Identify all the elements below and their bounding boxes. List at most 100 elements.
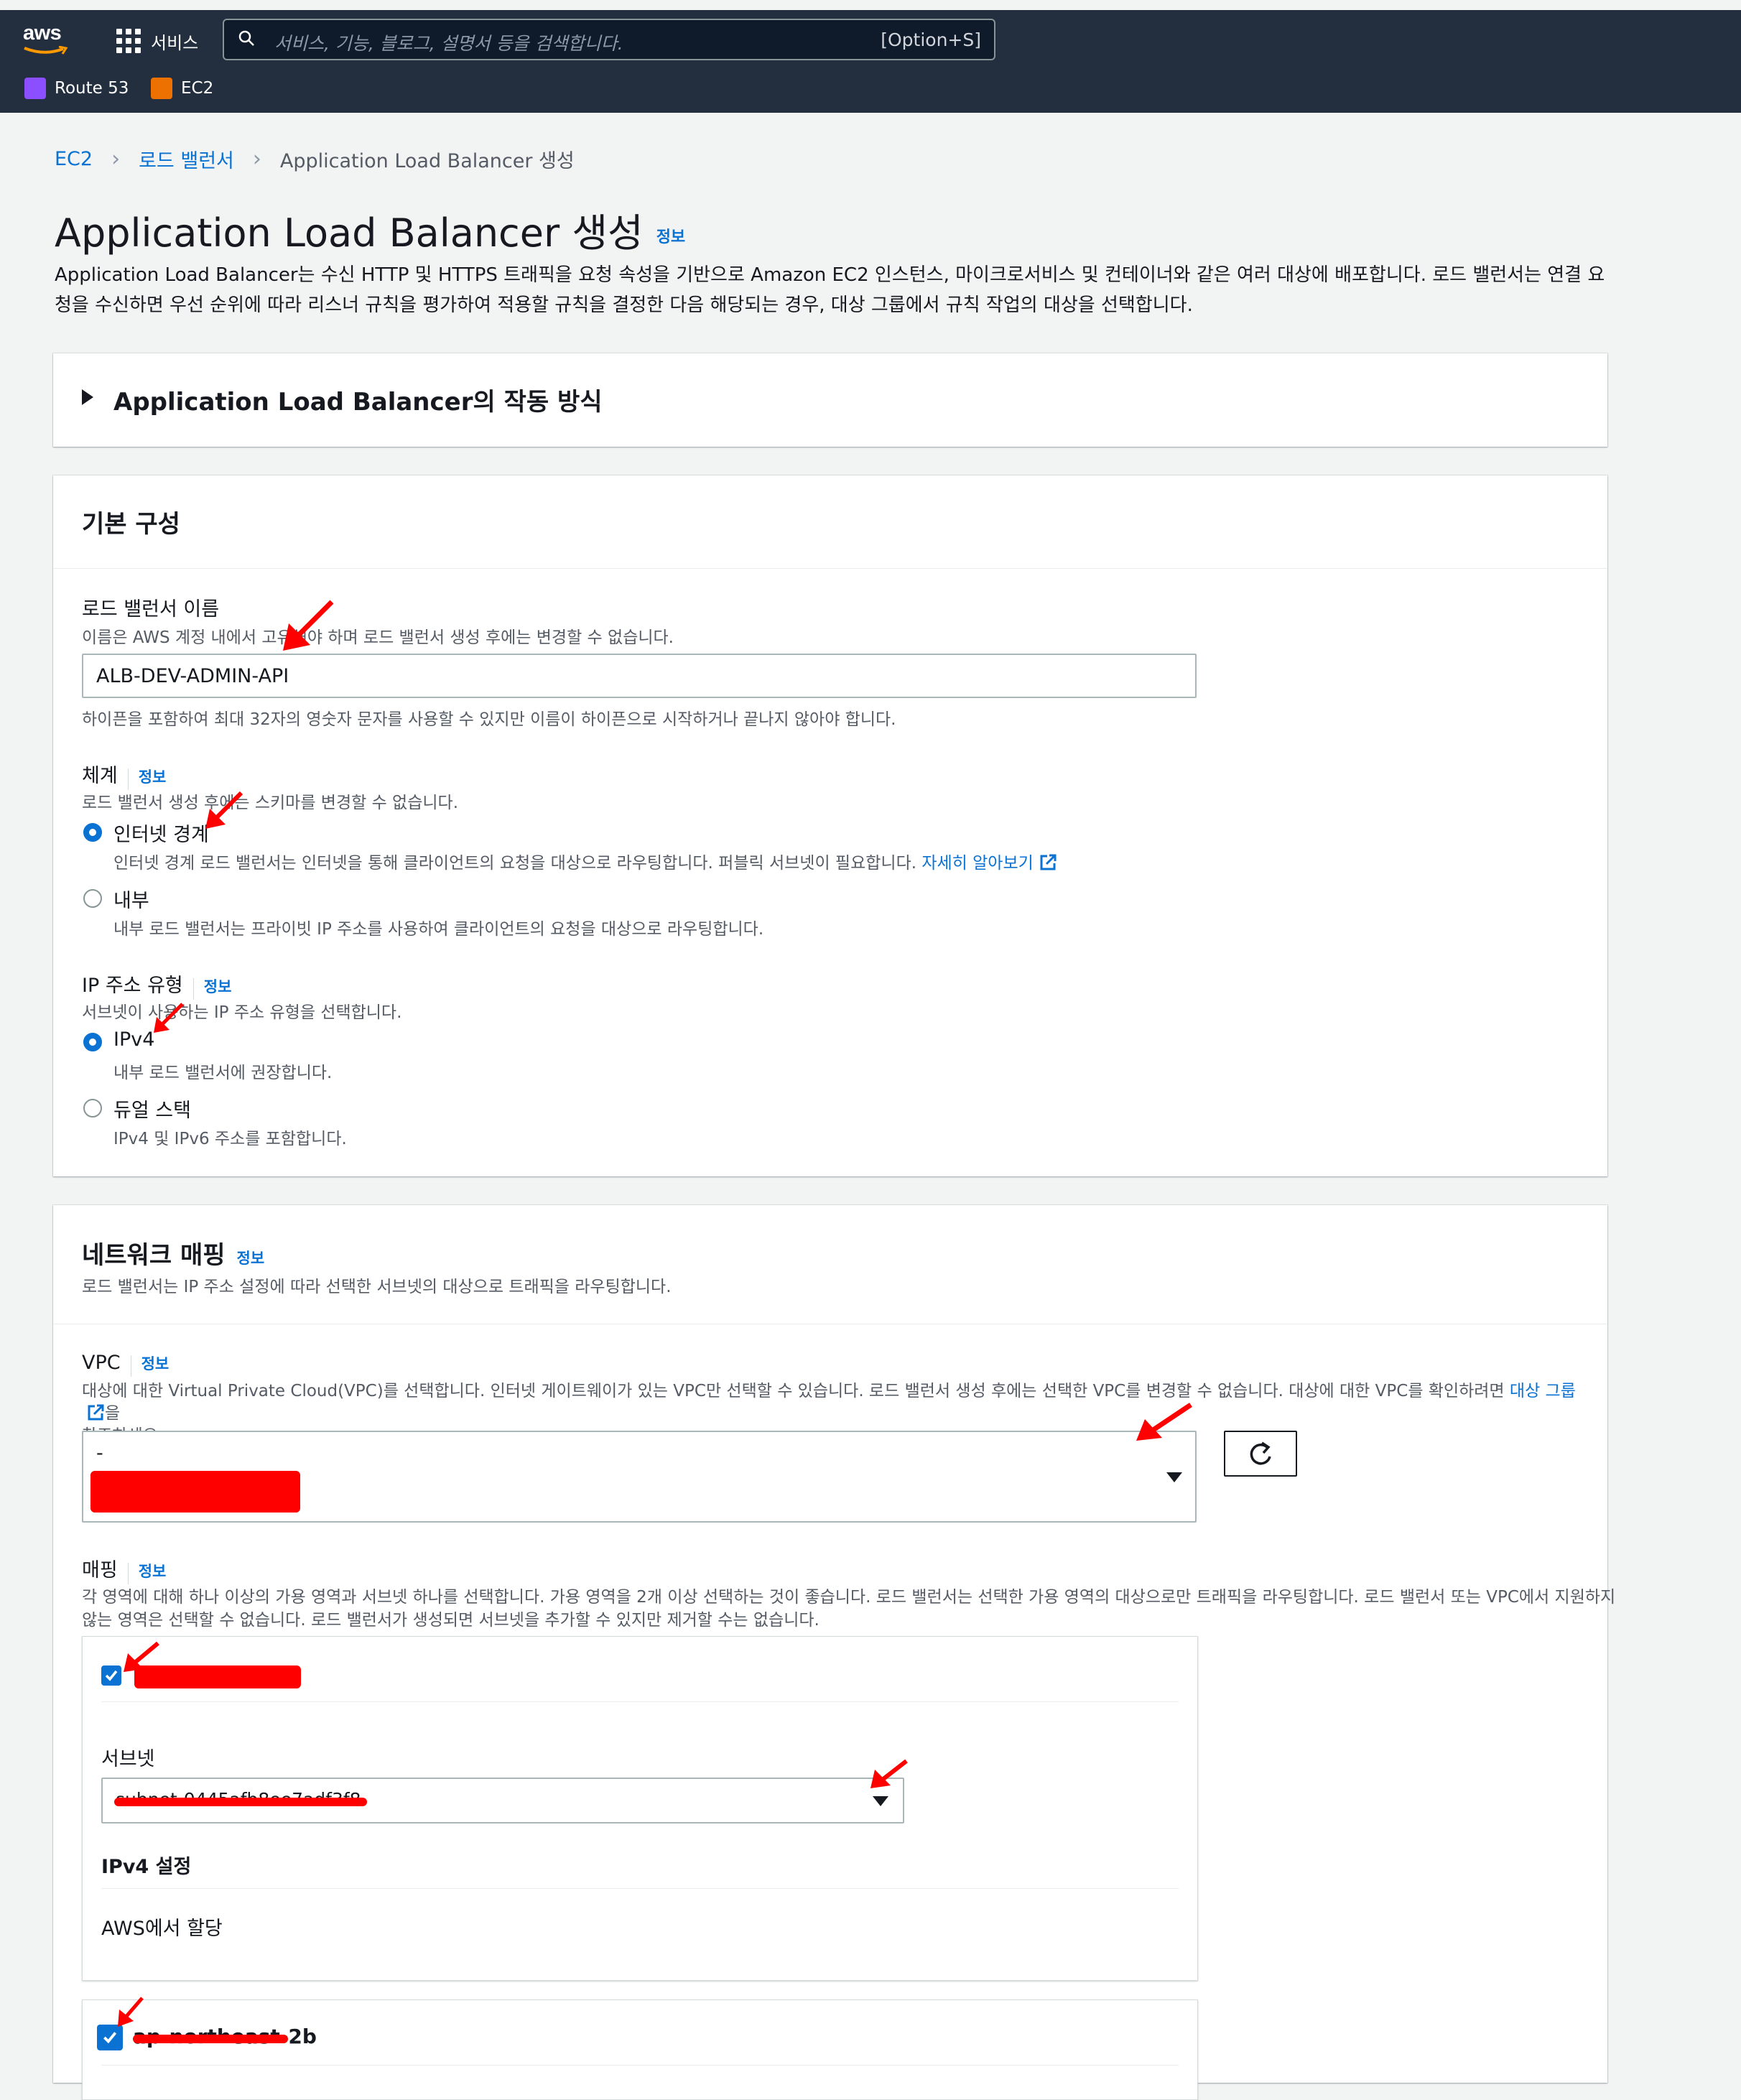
annotation-arrow-icon (283, 600, 334, 651)
vpc-info-link[interactable]: 정보 (141, 1355, 170, 1372)
panel-header: 기본 구성 (53, 475, 1607, 569)
lb-name-input[interactable]: ALB-DEV-ADMIN-API (82, 654, 1197, 698)
scheme-label-row: 체계 정보 (82, 760, 166, 790)
ip-ipv4-desc: 내부 로드 밸런서에 권장합니다. (113, 1064, 333, 1082)
vpc-label-row: VPC 정보 (82, 1352, 169, 1377)
external-link-icon (1040, 854, 1057, 870)
global-search-input[interactable]: 서비스, 기능, 블로그, 설명서 등을 검색합니다. [Option+S] (223, 19, 995, 60)
scheme-internet-facing-desc: 인터넷 경계 로드 밸런서는 인터넷을 통해 클라이언트의 요청을 대상으로 라… (113, 849, 1057, 873)
learn-more-link[interactable]: 자세히 알아보기 (921, 854, 1033, 873)
ip-ipv4-radio[interactable] (83, 1033, 102, 1051)
lb-name-description: 이름은 AWS 계정 내에서 고유해야 하며 로드 밸런서 생성 후에는 변경할… (82, 628, 674, 647)
network-mapping-title: 네트워크 매핑 (82, 1241, 226, 1270)
ip-dualstack-radio[interactable] (83, 1099, 102, 1118)
annotation-arrow-icon (118, 1997, 144, 2027)
aws-logo[interactable]: aws (23, 22, 73, 57)
annotation-arrow-icon (1136, 1403, 1192, 1441)
route53-icon (24, 78, 46, 99)
panel-header: 네트워크 매핑 정보 로드 밸런서는 IP 주소 설정에 따라 선택한 서브넷의 … (53, 1205, 1607, 1324)
how-it-works-expander[interactable]: Application Load Balancer의 작동 방식 (53, 353, 1607, 447)
lb-name-value: ALB-DEV-ADMIN-API (96, 665, 289, 687)
vpc-select[interactable]: - (82, 1431, 1197, 1523)
chevron-right-icon: › (252, 147, 261, 172)
breadcrumb: EC2 › 로드 밸런서 › Application Load Balancer… (55, 145, 575, 173)
breadcrumb-ec2[interactable]: EC2 (55, 148, 93, 170)
scheme-internet-facing-radio[interactable] (83, 823, 102, 842)
divider (101, 2065, 1179, 2066)
vpc-label: VPC (82, 1352, 121, 1374)
page-title: Application Load Balancer 생성 정보 (55, 201, 685, 258)
scheme-info-link[interactable]: 정보 (139, 768, 167, 786)
redaction-mark (133, 2035, 288, 2043)
subnet-select[interactable]: subnet-0445afb8ee7adf3f8 (101, 1778, 904, 1823)
how-it-works-title: Application Load Balancer의 작동 방식 (113, 388, 603, 417)
ipv4-settings-label: IPv4 설정 (101, 1856, 192, 1878)
caret-right-icon (82, 389, 93, 405)
scheme-internal-radio[interactable] (83, 889, 102, 908)
search-shortcut: [Option+S] (881, 29, 981, 50)
caret-down-icon (1166, 1472, 1182, 1482)
network-info-link[interactable]: 정보 (237, 1250, 265, 1267)
breadcrumb-current: Application Load Balancer 생성 (279, 150, 575, 172)
vpc-description-tail: 을 (105, 1404, 121, 1423)
scheme-internal-desc: 내부 로드 밸런서는 프라이빗 IP 주소를 사용하여 클라이언트의 요청을 대… (113, 920, 764, 939)
annotation-arrow-icon (154, 1003, 184, 1033)
scheme-label: 체계 (82, 765, 118, 787)
favorite-route53-label: Route 53 (55, 79, 129, 98)
favorite-ec2-label: EC2 (181, 79, 214, 98)
refresh-vpc-button[interactable] (1224, 1431, 1297, 1477)
chevron-right-icon: › (111, 147, 121, 172)
favorite-ec2[interactable]: EC2 (151, 78, 213, 99)
favorite-route53[interactable]: Route 53 (24, 78, 129, 99)
redaction-mark (114, 1798, 367, 1806)
annotation-arrow-icon (124, 1641, 159, 1672)
page-title-text: Application Load Balancer 생성 (55, 210, 644, 256)
ip-type-description: 서브넷이 사용하는 IP 주소 유형을 선택합니다. (82, 1003, 402, 1022)
divider (101, 1888, 1179, 1889)
basic-config-title: 기본 구성 (82, 510, 180, 539)
breadcrumb-load-balancers[interactable]: 로드 밸런서 (139, 145, 234, 173)
refresh-icon (1250, 1441, 1271, 1465)
scheme-description: 로드 밸런서 생성 후에는 스키마를 변경할 수 없습니다. (82, 794, 459, 812)
redaction-mark (90, 1471, 300, 1513)
ip-type-label: IP 주소 유형 (82, 975, 183, 997)
network-mapping-title-row: 네트워크 매핑 정보 (82, 1235, 264, 1270)
ip-type-info-link[interactable]: 정보 (204, 978, 232, 995)
scheme-internet-facing-desc-text: 인터넷 경계 로드 밸런서는 인터넷을 통해 클라이언트의 요청을 대상으로 라… (113, 854, 917, 873)
vpc-select-value: - (96, 1442, 103, 1464)
mapping-label-row: 매핑 정보 (82, 1554, 166, 1584)
lb-name-hint: 하이픈을 포함하여 최대 32자의 영숫자 문자를 사용할 수 있지만 이름이 … (82, 710, 896, 729)
annotation-arrow-icon (205, 791, 243, 829)
zone-a-checkbox[interactable] (101, 1665, 121, 1686)
lb-name-label: 로드 밸런서 이름 (82, 598, 220, 621)
services-grid-icon[interactable] (116, 29, 141, 53)
aws-logo-text: aws (23, 22, 62, 45)
caret-down-icon (873, 1796, 888, 1806)
top-navigation-bar: aws 서비스 서비스, 기능, 블로그, 설명서 등을 검색합니다. [Opt… (0, 10, 1741, 113)
annotation-arrow-icon (870, 1759, 908, 1788)
ip-dualstack-label[interactable]: 듀얼 스택 (113, 1095, 191, 1123)
target-groups-link[interactable]: 대상 그룹 (1510, 1382, 1576, 1400)
basic-configuration-panel: 기본 구성 로드 밸런서 이름 이름은 AWS 계정 내에서 고유해야 하며 로… (53, 475, 1607, 1176)
mapping-info-link[interactable]: 정보 (139, 1563, 167, 1580)
mapping-description-2: 않는 영역은 선택할 수 없습니다. 로드 밸런서가 생성되면 서브넷을 추가할… (82, 1611, 820, 1630)
scheme-internal-label[interactable]: 내부 (113, 885, 149, 913)
ip-ipv4-label[interactable]: IPv4 (113, 1028, 154, 1051)
search-icon (238, 30, 254, 46)
aws-smile-icon (24, 46, 68, 55)
ip-type-label-row: IP 주소 유형 정보 (82, 970, 231, 1000)
mapping-label: 매핑 (82, 1559, 118, 1581)
scheme-internet-facing-label[interactable]: 인터넷 경계 (113, 819, 209, 847)
ec2-icon (151, 78, 172, 99)
divider (101, 1701, 1179, 1702)
services-menu-label[interactable]: 서비스 (151, 29, 198, 54)
network-mapping-panel: 네트워크 매핑 정보 로드 밸런서는 IP 주소 설정에 따라 선택한 서브넷의 … (53, 1205, 1615, 2100)
vpc-description-text: 대상에 대한 Virtual Private Cloud(VPC)를 선택합니다… (82, 1382, 1505, 1400)
mapping-description-1: 각 영역에 대해 하나 이상의 가용 영역과 서브넷 하나를 선택합니다. 가용… (82, 1588, 1616, 1607)
network-mapping-description: 로드 밸런서는 IP 주소 설정에 따라 선택한 서브넷의 대상으로 트래픽을 … (82, 1278, 672, 1296)
info-link[interactable]: 정보 (656, 228, 685, 246)
external-link-icon (88, 1404, 104, 1421)
search-placeholder: 서비스, 기능, 블로그, 설명서 등을 검색합니다. (274, 33, 623, 54)
page-description: Application Load Balancer는 수신 HTTP 및 HTT… (55, 264, 1605, 316)
ipv4-settings-value: AWS에서 할당 (101, 1918, 223, 1940)
